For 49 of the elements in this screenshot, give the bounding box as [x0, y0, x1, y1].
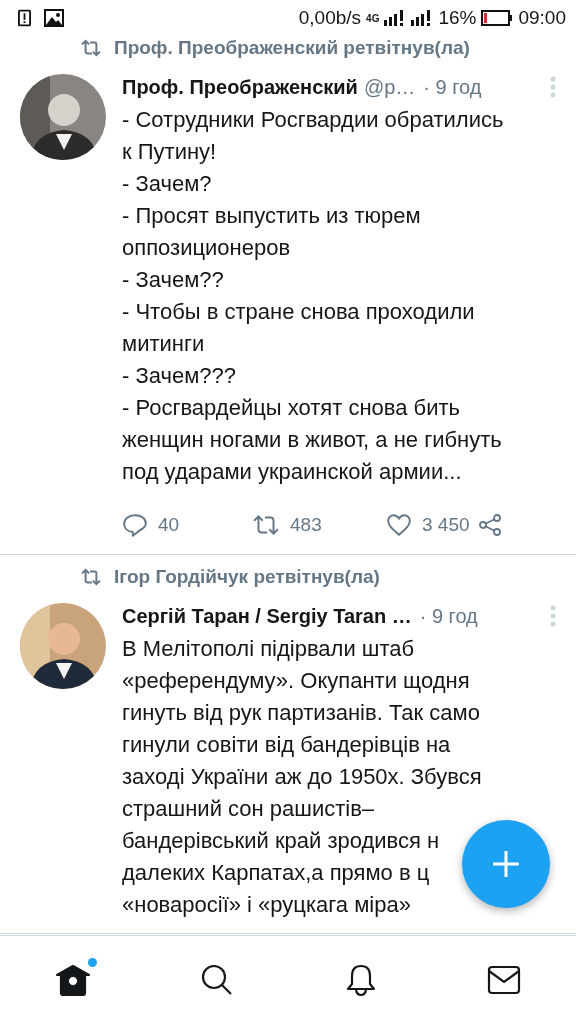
tweet-text-line: митинги: [122, 330, 205, 358]
retweet-button[interactable]: 483: [252, 509, 364, 541]
tweet-text-line: - Зачем???: [122, 362, 236, 390]
tweet-time: · 9 год: [419, 604, 478, 628]
tweet-text-line: - Зачем??: [122, 266, 224, 294]
notification-dot: [87, 958, 97, 967]
compose-button[interactable]: [462, 820, 550, 908]
like-button[interactable]: 3 450: [386, 509, 470, 541]
tweet-text-line: страшний сон рашистів–: [122, 795, 375, 823]
tweet-text-line: женщин ногами в живот, а не гибнуть: [122, 426, 502, 454]
tweet-text-line: В Мелітополі підірвали штаб: [122, 635, 415, 663]
tweet-time: · 9 год: [423, 75, 482, 99]
tweet-text-line: - Росгвардейцы хотят снова бить: [122, 394, 460, 422]
network-speed: 0,00b/s: [298, 7, 362, 29]
tweet-text-line: бандерівський край зродився н: [122, 827, 440, 855]
retweeted-by[interactable]: Ігор Гордійчук ретвітнув(ла): [114, 566, 380, 588]
tweet-text-line: - Просят выпустить из тюрем: [122, 202, 421, 230]
reply-icon: [122, 512, 148, 538]
tweet-text-line: - Сотрудники Росгвардии обратились: [122, 106, 504, 134]
tweet-text-line: «новаросії» і «руцкага міра»: [122, 891, 411, 919]
network-type: 4G: [366, 12, 380, 24]
retweeted-by[interactable]: Проф. Преображенский ретвітнув(ла): [114, 37, 470, 59]
plus-icon: [491, 849, 521, 879]
heart-icon: [386, 513, 412, 537]
battery-percent: 16%: [438, 7, 477, 29]
tweet-text-line: далеких Карпатах,а прямо в ц: [122, 859, 430, 887]
alert-icon: [18, 9, 31, 27]
tweet-text-line: заході України аж до 1950х. Збувся: [122, 763, 482, 791]
tweet-text-line: - Зачем?: [122, 170, 212, 198]
reply-button[interactable]: 40: [122, 508, 230, 542]
tweet-text-line: - Чтобы в стране снова проходили: [122, 298, 475, 326]
tweet-text-line: оппозиционеров: [122, 234, 291, 262]
author-name[interactable]: Проф. Преображенский: [122, 75, 358, 99]
tweet-text-line: к Путину!: [122, 138, 217, 166]
tweet-text-line: «референдуму». Окупанти щодня: [122, 667, 470, 695]
battery-icon: [481, 10, 514, 26]
retweet-icon: [80, 39, 102, 57]
author-handle: @р…: [363, 75, 416, 99]
image-icon: [44, 9, 64, 27]
share-icon: [477, 513, 502, 537]
tweet-text-line: гинули совіти від бандерівців на: [122, 731, 451, 759]
mail-icon: [487, 965, 522, 995]
author-name[interactable]: Сергій Таран / Sergiy Taran …: [122, 604, 412, 628]
tweet-text-line: гинуть від рук партизанів. Так само: [122, 699, 480, 727]
home-icon: [54, 964, 91, 996]
tweet-text-line: под ударами украинской армии...: [122, 458, 462, 486]
clock: 09:00: [518, 7, 566, 29]
retweet-icon: [252, 513, 280, 537]
retweet-icon: [80, 568, 102, 586]
